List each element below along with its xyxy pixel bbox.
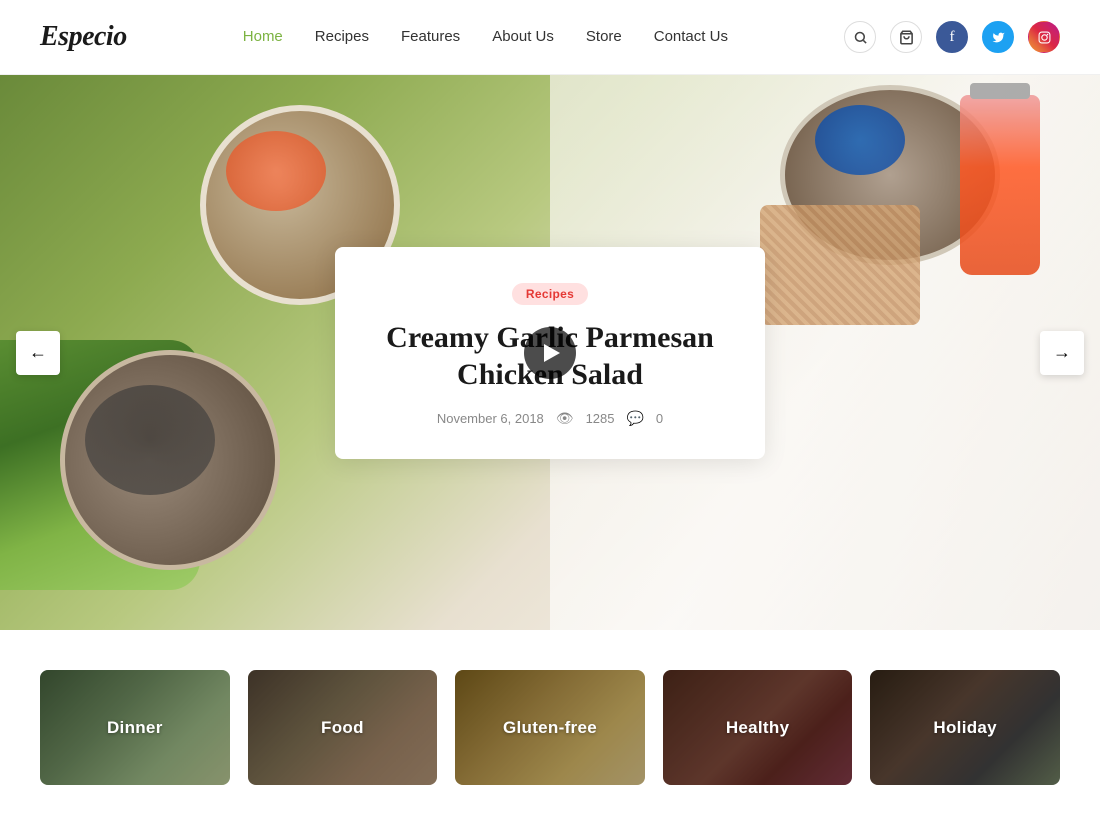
- navigation: Especio Home Recipes Features About Us S…: [0, 0, 1100, 75]
- category-holiday[interactable]: Holiday: [870, 670, 1060, 785]
- category-glutenfree[interactable]: Gluten-free: [455, 670, 645, 785]
- category-healthy-label: Healthy: [726, 718, 790, 738]
- views-icon: 👁: [556, 410, 574, 427]
- instagram-icon[interactable]: [1028, 21, 1060, 53]
- twitter-icon[interactable]: [982, 21, 1014, 53]
- nav-links: Home Recipes Features About Us Store Con…: [243, 28, 728, 46]
- category-dinner-overlay: Dinner: [40, 670, 230, 785]
- nav-about[interactable]: About Us: [492, 28, 554, 45]
- cart-icon[interactable]: [890, 21, 922, 53]
- category-glutenfree-overlay: Gluten-free: [455, 670, 645, 785]
- nav-actions: f: [844, 21, 1060, 53]
- category-food-overlay: Food: [248, 670, 438, 785]
- hero-comments: 0: [656, 411, 663, 426]
- category-glutenfree-label: Gluten-free: [503, 718, 597, 738]
- category-healthy[interactable]: Healthy: [663, 670, 853, 785]
- categories-grid: Dinner Food Gluten-free Healthy Holiday: [40, 670, 1060, 785]
- comments-icon: 💬: [626, 410, 643, 427]
- hero-views: 1285: [586, 411, 615, 426]
- recipes-badge[interactable]: Recipes: [512, 283, 588, 305]
- category-holiday-overlay: Holiday: [870, 670, 1060, 785]
- nav-store[interactable]: Store: [586, 28, 622, 45]
- category-dinner-label: Dinner: [107, 718, 163, 738]
- hero-meta: November 6, 2018 👁 1285 💬 0: [383, 410, 717, 427]
- categories-section: Dinner Food Gluten-free Healthy Holiday: [0, 630, 1100, 825]
- hero-section: ← → Recipes Creamy Garlic Parmesan Chick…: [0, 75, 1100, 630]
- play-button[interactable]: [524, 327, 576, 379]
- nav-recipes[interactable]: Recipes: [315, 28, 369, 45]
- nav-features[interactable]: Features: [401, 28, 460, 45]
- facebook-icon[interactable]: f: [936, 21, 968, 53]
- category-holiday-label: Holiday: [933, 718, 997, 738]
- prev-slide-button[interactable]: ←: [16, 331, 60, 375]
- nav-contact[interactable]: Contact Us: [654, 28, 728, 45]
- next-slide-button[interactable]: →: [1040, 331, 1084, 375]
- category-food-label: Food: [321, 718, 364, 738]
- category-healthy-overlay: Healthy: [663, 670, 853, 785]
- nav-home[interactable]: Home: [243, 28, 283, 45]
- category-dinner[interactable]: Dinner: [40, 670, 230, 785]
- brand-logo[interactable]: Especio: [40, 21, 127, 53]
- category-food[interactable]: Food: [248, 670, 438, 785]
- search-icon[interactable]: [844, 21, 876, 53]
- hero-date: November 6, 2018: [437, 411, 544, 426]
